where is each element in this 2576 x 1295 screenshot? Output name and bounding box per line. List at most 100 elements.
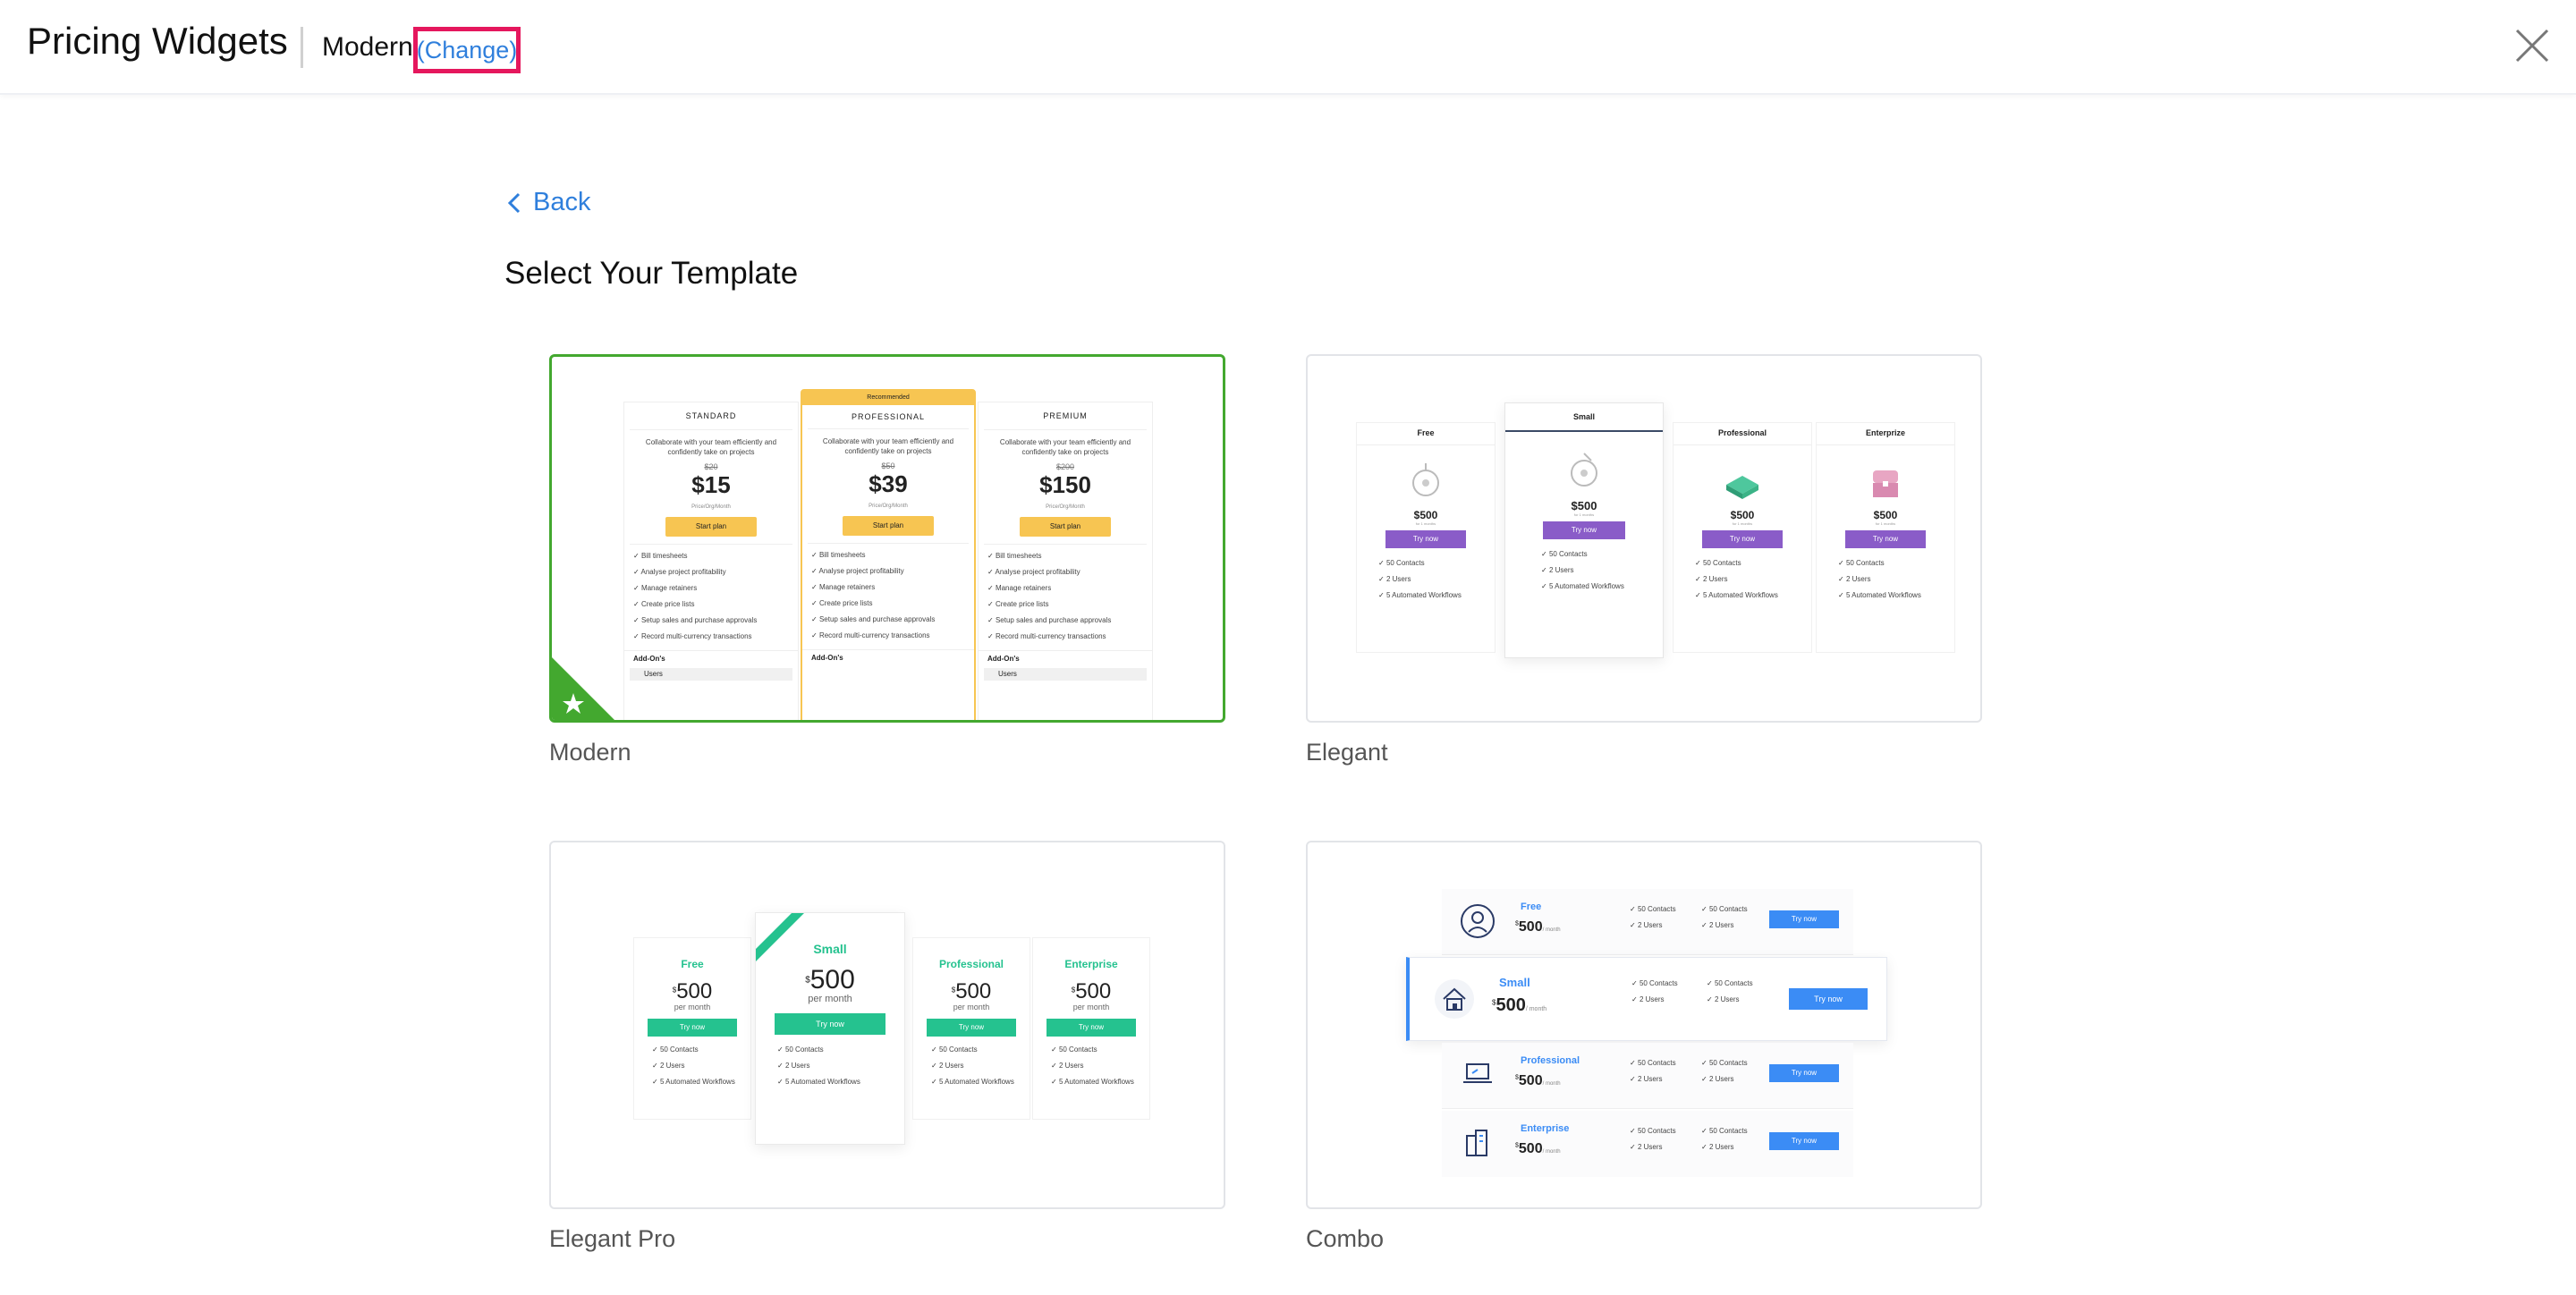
plan-price: $500	[1571, 499, 1597, 512]
feature: 50 Contacts	[768, 1042, 904, 1058]
plan-cta: Try now	[1769, 1132, 1839, 1150]
plan-desc: Collaborate with your team efficiently a…	[822, 437, 954, 455]
feature: 2 Users	[1631, 992, 1678, 1008]
feature: 50 Contacts	[1532, 546, 1663, 563]
modern-plan-premium: PREMIUM Collaborate with your team effic…	[978, 402, 1153, 720]
plan-name: Free	[681, 958, 704, 970]
close-icon[interactable]	[2512, 25, 2553, 66]
plan-period: Price/Org/Month	[869, 504, 908, 509]
feature: Manage retainers	[624, 580, 798, 597]
feature: 50 Contacts	[1630, 901, 1676, 918]
feature: 50 Contacts	[922, 1042, 1030, 1058]
feature: 2 Users	[922, 1058, 1030, 1074]
template-label-modern[interactable]: Modern	[549, 739, 631, 766]
plan-price: $39	[869, 470, 908, 497]
addons-label: Add-On's	[979, 650, 1152, 663]
plan-name: Small	[1572, 412, 1595, 421]
current-template-name: Modern	[322, 32, 413, 62]
selected-star-ribbon	[552, 657, 614, 720]
elegant-plan-small: Small $500 for 1 months Try now 50 Conta…	[1504, 402, 1664, 658]
elegant-pro-plan-small: Small $500 per month Try now 50 Contacts…	[755, 912, 905, 1145]
feature: Bill timesheets	[624, 548, 798, 564]
feature: 50 Contacts	[1042, 1042, 1149, 1058]
template-label-elegant[interactable]: Elegant	[1306, 739, 1388, 766]
plan-cta: Try now	[1769, 1064, 1839, 1082]
plan-price: 500	[1075, 979, 1112, 1003]
plan-price: 500	[1518, 1073, 1543, 1088]
plan-name: Enterprise	[1521, 1123, 1570, 1134]
chevron-left-icon	[507, 192, 521, 213]
feature: Setup sales and purchase approvals	[802, 612, 974, 628]
page-heading: Select Your Template	[504, 256, 799, 291]
elegant-preview: Free $500 for 1 months Try now 50 Contac…	[1356, 402, 1955, 671]
addon-item: Users	[630, 668, 792, 681]
feature: 2 Users	[1701, 918, 1748, 934]
feature: 5 Automated Workflows	[1532, 579, 1663, 595]
feature: 2 Users	[1532, 563, 1663, 579]
feature: 50 Contacts	[1630, 1123, 1676, 1139]
template-card-modern[interactable]: STANDARD Collaborate with your team effi…	[549, 354, 1225, 723]
modern-plan-professional: Recommended PROFESSIONAL Collaborate wit…	[801, 389, 976, 720]
modern-preview: STANDARD Collaborate with your team effi…	[623, 382, 1160, 720]
feature: 5 Automated Workflows	[1042, 1074, 1149, 1090]
feature: 2 Users	[1701, 1139, 1748, 1155]
plan-period: Price/Org/Month	[691, 504, 731, 510]
feature: Record multi-currency transactions	[624, 629, 798, 645]
plan-name: Enterprize	[1865, 428, 1905, 437]
plan-period: per month	[808, 994, 852, 1004]
scooter-plan-icon	[1571, 453, 1597, 487]
plan-cta: Try now	[775, 1013, 886, 1035]
template-card-combo[interactable]: Free $500/ month 50 Contacts 2 Users 50 …	[1306, 841, 1982, 1209]
person-plan-icon	[1461, 904, 1495, 938]
plan-name: Professional	[1717, 428, 1767, 437]
plan-cta: Start plan	[843, 516, 934, 536]
addons-label: Add-On's	[624, 650, 798, 663]
feature: Analyse project profitability	[624, 564, 798, 580]
plan-price: 500	[1496, 995, 1526, 1015]
plan-cta: Start plan	[1020, 517, 1111, 537]
plan-cta: Try now	[1789, 988, 1868, 1010]
plan-cta: Start plan	[665, 517, 757, 537]
plan-cta: Try now	[1769, 910, 1839, 928]
elegant-pro-plan-free: Free $500 per month Try now 50 Contacts …	[633, 937, 751, 1120]
plan-cta: Try now	[1046, 1019, 1136, 1037]
plan-period: per month	[953, 1003, 990, 1011]
feature: 2 Users	[1630, 1071, 1676, 1088]
plan-old-price: $50	[881, 461, 895, 470]
plan-period: / month	[1542, 1081, 1561, 1087]
feature: 50 Contacts	[1707, 976, 1753, 992]
plan-price: 500	[955, 979, 992, 1003]
back-link[interactable]: Back	[506, 188, 590, 217]
feature: Analyse project profitability	[979, 564, 1152, 580]
feature: 50 Contacts	[1686, 555, 1811, 571]
plan-period: Price/Org/Month	[1046, 504, 1085, 510]
feature: Analyse project profitability	[802, 563, 974, 580]
plan-name: PREMIUM	[1043, 411, 1088, 420]
bicycle-plan-icon	[1412, 463, 1439, 496]
elegant-plan-enterprize: Enterprize $500 for 1 months Try now 50 …	[1816, 422, 1955, 653]
template-label-elegant-pro[interactable]: Elegant Pro	[549, 1225, 675, 1253]
addon-item: Users	[984, 668, 1147, 681]
plan-price: $15	[691, 471, 731, 498]
plan-period: / month	[1542, 1149, 1561, 1155]
combo-row-free: Free $500/ month 50 Contacts 2 Users 50 …	[1442, 889, 1853, 955]
feature: 2 Users	[1707, 992, 1753, 1008]
plan-price: $500	[1873, 509, 1898, 521]
template-card-elegant-pro[interactable]: Free $500 per month Try now 50 Contacts …	[549, 841, 1225, 1209]
plan-period: per month	[674, 1003, 711, 1011]
change-template-link[interactable]: (Change)	[413, 27, 521, 73]
modern-plan-standard: STANDARD Collaborate with your team effi…	[623, 402, 799, 720]
feature: 50 Contacts	[1701, 1055, 1748, 1071]
feature: 5 Automated Workflows	[643, 1074, 750, 1090]
plan-name: Professional	[938, 958, 1004, 970]
feature: 2 Users	[643, 1058, 750, 1074]
template-label-combo[interactable]: Combo	[1306, 1225, 1384, 1253]
elegant-pro-plan-enterprise: Enterprise $500 per month Try now 50 Con…	[1032, 937, 1150, 1120]
app-title: Pricing Widgets	[27, 20, 288, 62]
feature: 50 Contacts	[1701, 901, 1748, 918]
feature: 2 Users	[1042, 1058, 1149, 1074]
template-card-elegant[interactable]: Free $500 for 1 months Try now 50 Contac…	[1306, 354, 1982, 723]
plan-price: 500	[1518, 1141, 1543, 1156]
feature: 5 Automated Workflows	[1369, 588, 1495, 604]
plan-price: 500	[809, 965, 855, 995]
